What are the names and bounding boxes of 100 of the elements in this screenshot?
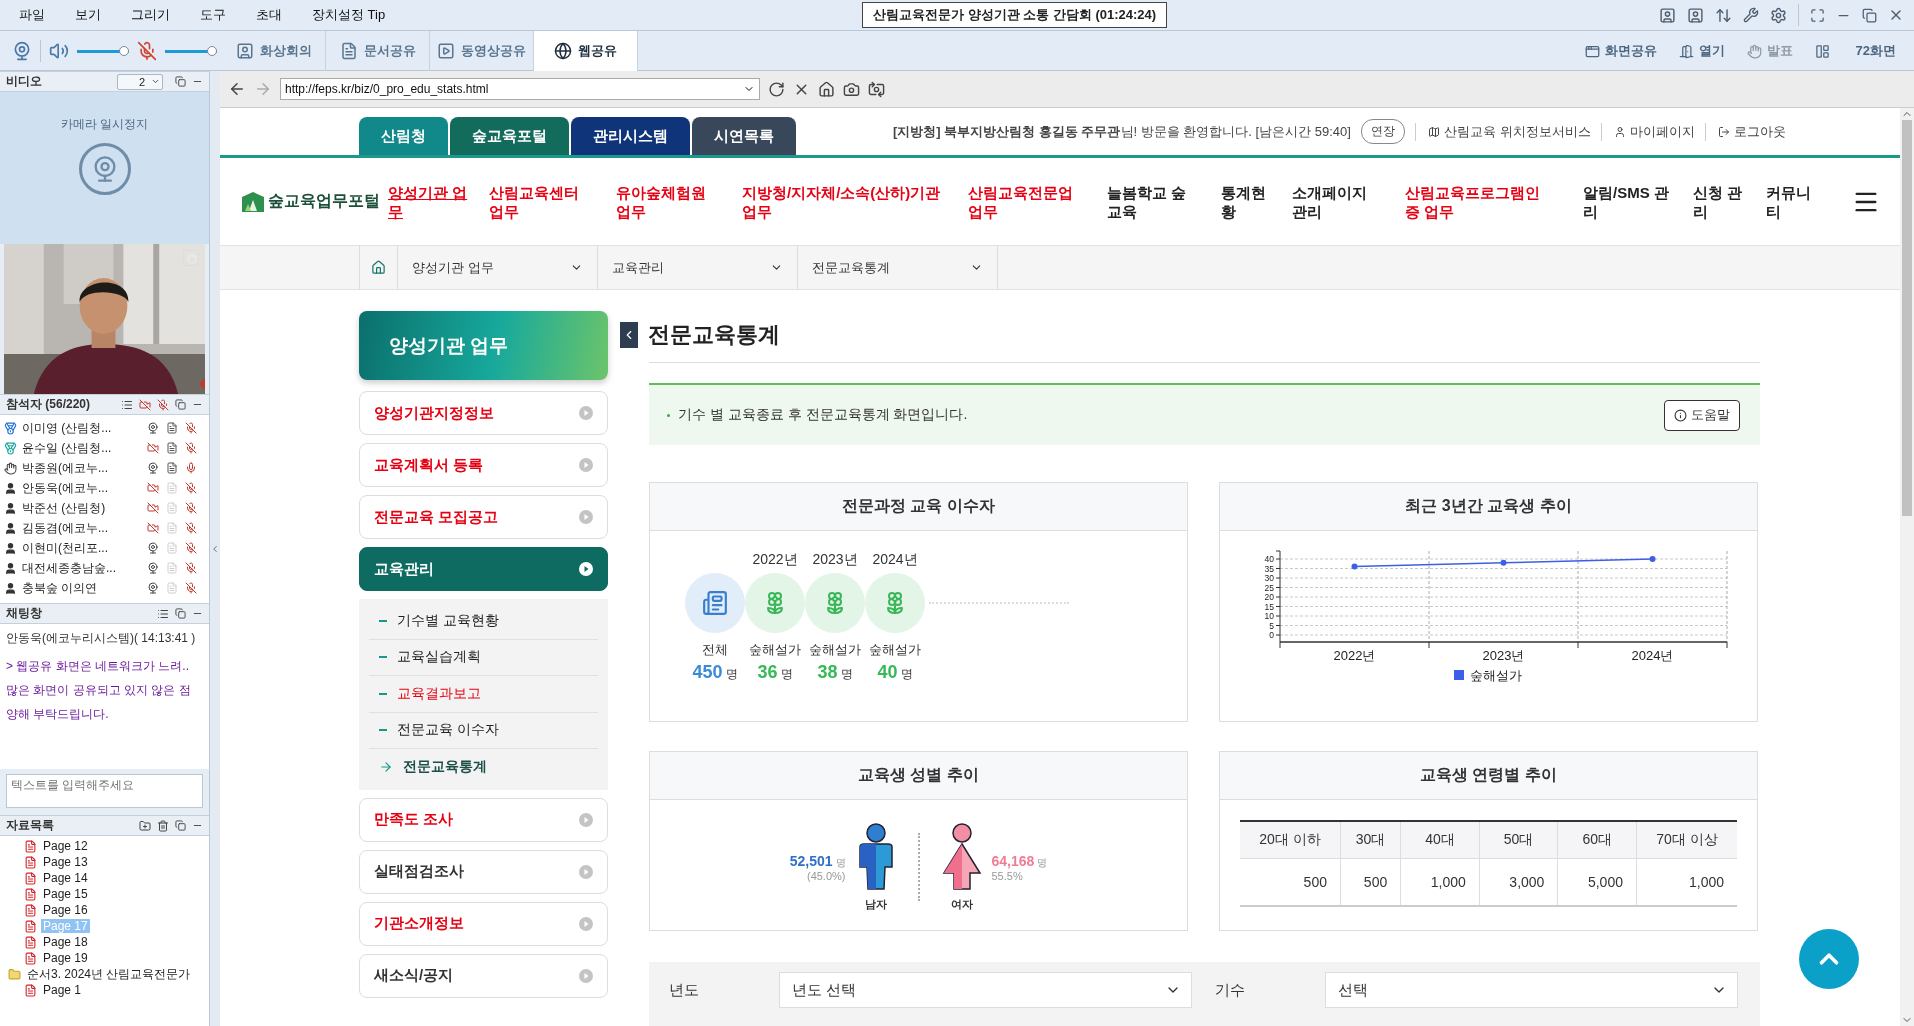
nav-link[interactable]: 알림/SMS 관리	[1583, 182, 1673, 221]
nav-link[interactable]: 소개페이지 관리	[1292, 182, 1386, 221]
nav-link[interactable]: 산림교육전문업 업무	[968, 182, 1090, 221]
mic-muted-icon[interactable]	[185, 522, 197, 534]
mic-muted-icon[interactable]	[157, 398, 169, 411]
mic-muted-icon[interactable]	[185, 542, 197, 554]
nav-link[interactable]: 늘봄학교 숲교육	[1107, 182, 1201, 221]
document-item[interactable]: Page 18	[41, 935, 90, 949]
user-icon[interactable]	[1687, 6, 1704, 24]
folder-icon[interactable]	[139, 819, 151, 832]
dropdown-field[interactable]: 선택	[1325, 972, 1738, 1008]
count-field[interactable]: 2	[117, 73, 163, 90]
popout-icon[interactable]	[175, 76, 186, 87]
webcam-icon[interactable]	[147, 462, 159, 474]
tool-button[interactable]: 72화면	[1814, 42, 1896, 60]
document-item[interactable]: Page 19	[41, 951, 90, 965]
document-item[interactable]: Page 16	[41, 903, 90, 917]
popout-icon[interactable]	[175, 608, 186, 619]
collapse-icon[interactable]	[210, 543, 220, 554]
webcam-icon[interactable]	[147, 562, 159, 574]
transfer-icon[interactable]	[1715, 6, 1732, 24]
restore-icon[interactable]	[1862, 7, 1877, 23]
mic-muted-icon[interactable]	[137, 41, 157, 61]
sidebar-item[interactable]: 양성기관지정정보	[359, 391, 608, 435]
menu-item[interactable]: 초대	[241, 6, 297, 24]
document-item[interactable]: Page 15	[41, 887, 90, 901]
camera-off-icon[interactable]	[139, 398, 151, 411]
slider-thumb[interactable]	[207, 46, 217, 56]
mic-muted-icon[interactable]	[185, 502, 197, 514]
document-icon[interactable]	[166, 462, 178, 474]
submenu-item[interactable]: 전문교육통계	[369, 749, 598, 786]
sidebar-item[interactable]: 새소식/공지	[359, 953, 608, 998]
popout-icon[interactable]	[175, 399, 186, 410]
breadcrumb-dropdown[interactable]: 양성기관 업무	[398, 246, 598, 289]
user-icon[interactable]	[1659, 6, 1676, 24]
trash-icon[interactable]	[157, 819, 169, 832]
sidebar-item[interactable]: 실태점검조사	[359, 849, 608, 894]
nav-link[interactable]: 유아숲체험원 업무	[616, 182, 724, 221]
nav-link[interactable]: 신청 관리	[1693, 182, 1743, 221]
breadcrumb-dropdown[interactable]: 전문교육통계	[798, 246, 998, 289]
scroll-top-button[interactable]	[1799, 929, 1859, 989]
menu-item[interactable]: 도구	[185, 6, 241, 24]
sidebar-item[interactable]: 교육계획서 등록	[359, 443, 608, 487]
site-tab[interactable]: 숲교육포털	[450, 117, 569, 155]
sidebar-item[interactable]: 전문교육 모집공고	[359, 495, 608, 539]
tools-icon[interactable]	[1743, 7, 1759, 23]
nav-link[interactable]: 산림교육센터 업무	[489, 182, 597, 221]
tool-button[interactable]: 열기	[1678, 42, 1725, 60]
breadcrumb-dropdown[interactable]: 교육관리	[598, 246, 798, 289]
tab[interactable]: 웹공유	[534, 31, 638, 71]
extend-button[interactable]: 연장	[1360, 119, 1405, 144]
mic-icon[interactable]	[185, 462, 197, 474]
nav-link[interactable]: 통계현황	[1221, 182, 1269, 221]
submenu-item[interactable]: 교육실습계획	[369, 639, 598, 676]
slider-thumb[interactable]	[119, 46, 129, 56]
mic-muted-icon[interactable]	[185, 482, 197, 494]
webcam-icon[interactable]	[147, 582, 159, 594]
dropdown-field[interactable]: 년도 선택	[779, 972, 1192, 1008]
document-icon[interactable]	[166, 442, 178, 454]
mic-muted-icon[interactable]	[185, 582, 197, 594]
list-icon[interactable]	[157, 607, 169, 620]
document-item[interactable]: Page 1	[41, 983, 84, 997]
nav-link[interactable]: 산림교육프로그램인증 업무	[1405, 182, 1553, 221]
sidebar-item[interactable]: 만족도 조사	[359, 797, 608, 842]
camera-off-icon[interactable]	[147, 482, 159, 494]
settings-icon[interactable]	[1770, 6, 1787, 24]
site-tab[interactable]: 시연목록	[692, 117, 796, 155]
mic-muted-icon[interactable]	[185, 442, 197, 454]
site-tab[interactable]: 산림청	[359, 117, 448, 155]
header-link[interactable]: 로그아웃	[1704, 122, 1786, 141]
mic-muted-icon[interactable]	[185, 562, 197, 574]
webcam-icon[interactable]	[147, 422, 159, 434]
camera-icon[interactable]	[843, 80, 860, 98]
back-icon[interactable]	[228, 80, 246, 98]
camera-off-icon[interactable]	[147, 442, 159, 454]
nav-link[interactable]: 지방청/지자체/소속(산하)기관 업무	[742, 182, 942, 221]
tool-button[interactable]: 화면공유	[1584, 42, 1657, 60]
camera-off-icon[interactable]	[147, 522, 159, 534]
webcam-icon[interactable]	[147, 542, 159, 554]
nav-link[interactable]: 커뮤니티	[1766, 182, 1814, 221]
header-link[interactable]: 마이페이지	[1600, 122, 1695, 141]
nav-link[interactable]: 양성기관 업무	[388, 182, 468, 221]
site-tab[interactable]: 관리시스템	[571, 117, 690, 155]
home-button[interactable]	[359, 246, 398, 289]
sidebar-item[interactable]: 교육관리	[359, 547, 608, 591]
home-icon[interactable]	[818, 80, 835, 98]
submenu-item[interactable]: 기수별 교육현황	[369, 603, 598, 640]
collapse-button[interactable]	[620, 322, 638, 348]
popout-icon[interactable]	[175, 820, 186, 831]
refresh-icon[interactable]	[768, 80, 785, 98]
sidebar-item[interactable]: 기관소개정보	[359, 901, 608, 946]
document-item[interactable]: Page 12	[41, 839, 90, 853]
menu-item[interactable]: 파일	[4, 6, 60, 24]
menu-item[interactable]: 그리기	[116, 6, 185, 24]
list-icon[interactable]	[121, 398, 133, 411]
document-item[interactable]: 순서3. 2024년 산림교육전문가	[25, 965, 193, 983]
camera-icon[interactable]	[868, 80, 885, 98]
url-field[interactable]: http://feps.kr/biz/0_pro_edu_stats.html	[280, 78, 760, 100]
menu-item[interactable]: 장치설정 Tip	[297, 6, 401, 24]
submenu-item[interactable]: 전문교육 이수자	[369, 712, 598, 749]
